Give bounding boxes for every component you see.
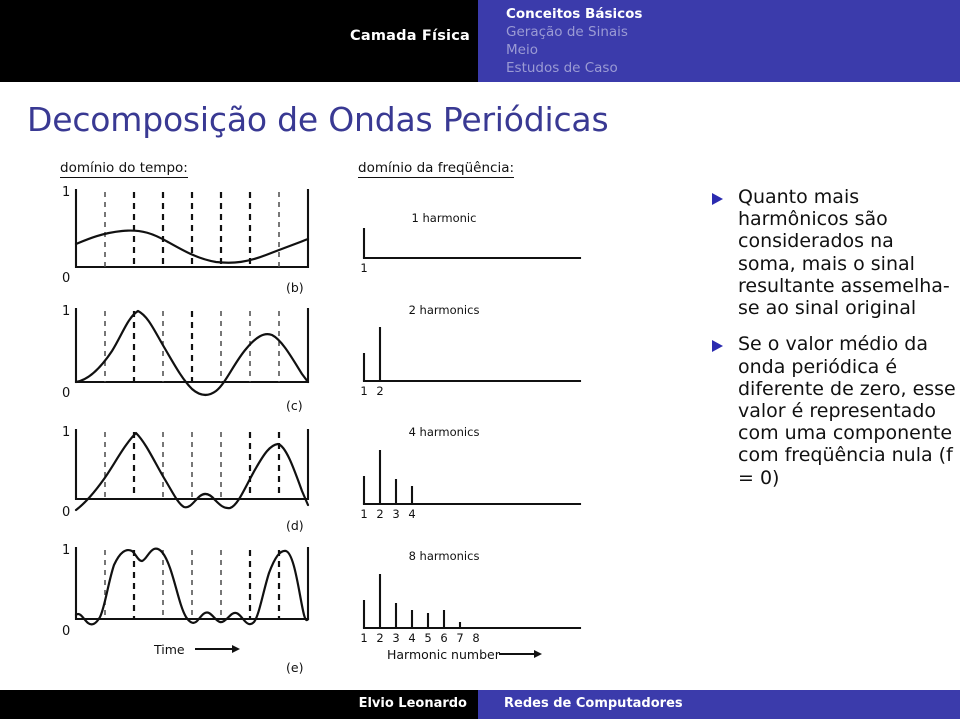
time-panel-c: 1 0 (c) bbox=[62, 304, 310, 413]
axis-tick-e-bottom: 0 bbox=[62, 624, 70, 639]
axis-tick-d-top: 1 bbox=[62, 425, 70, 440]
time-panel-d: 1 0 (d) bbox=[62, 425, 310, 533]
svg-text:Harmonic number: Harmonic number bbox=[387, 647, 501, 662]
bullet-list: Quanto mais harmônicos são considerados … bbox=[708, 186, 956, 503]
freq-tick-1: 1 bbox=[360, 261, 367, 275]
frequency-domain-svg: 1 harmonic 1 2 harmonics 1 2 4 harmonics… bbox=[360, 211, 582, 662]
list-item: Se o valor médio da onda periódica é dif… bbox=[708, 333, 956, 489]
nav-item-estudos-de-caso[interactable]: Estudos de Caso bbox=[506, 61, 618, 76]
freq-tick-4: 4 bbox=[408, 507, 415, 521]
svg-text:8 harmonics: 8 harmonics bbox=[409, 549, 480, 563]
header-section-title: Camada Física bbox=[350, 28, 470, 44]
freq-panel-1-harmonic: 1 harmonic 1 bbox=[360, 211, 582, 275]
bullet-text: Quanto mais harmônicos são considerados … bbox=[738, 186, 950, 320]
slide-header: Camada Física Conceitos Básicos Geração … bbox=[0, 0, 960, 82]
time-panel-b: 1 0 (b) bbox=[62, 185, 310, 295]
bullet-text: Se o valor médio da onda periódica é dif… bbox=[738, 333, 956, 489]
grid-e bbox=[104, 550, 281, 619]
axis-tick-c-top: 1 bbox=[62, 304, 70, 319]
header-divider bbox=[0, 82, 960, 85]
time-domain-label: domínio do tempo: bbox=[60, 160, 188, 178]
freq-panel-8-harmonics: 8 harmonics 1 2 3 4 5 6 7 8 Harmonic num… bbox=[360, 549, 582, 662]
freq-tick-7: 7 bbox=[456, 631, 463, 645]
freq-tick-6: 6 bbox=[440, 631, 447, 645]
frequency-domain-label: domínio da freqüência: bbox=[358, 160, 515, 178]
list-item: Quanto mais harmônicos são considerados … bbox=[708, 186, 956, 319]
time-panel-e: 1 0 Time (e) bbox=[62, 543, 310, 675]
freq-tick-1: 1 bbox=[360, 384, 367, 398]
freq-tick-3: 3 bbox=[392, 507, 399, 521]
svg-text:Time: Time bbox=[153, 642, 185, 657]
axis-tick-b-bottom: 0 bbox=[62, 271, 70, 286]
triangle-right-icon bbox=[712, 193, 723, 205]
time-domain-figure: 1 0 (b) 1 0 (c) 1 0 (d) 1 0 Time (e) bbox=[50, 183, 340, 683]
freq-tick-2: 2 bbox=[376, 631, 383, 645]
nav-item-geracao-de-sinais[interactable]: Geração de Sinais bbox=[506, 25, 628, 40]
slide-footer: Elvio Leonardo Redes de Computadores bbox=[0, 690, 960, 719]
grid-c bbox=[104, 311, 280, 382]
freq-tick-3: 3 bbox=[392, 631, 399, 645]
freq-tick-4: 4 bbox=[408, 631, 415, 645]
freq-tick-1: 1 bbox=[360, 631, 367, 645]
svg-text:2 harmonics: 2 harmonics bbox=[409, 303, 480, 317]
freq-tick-5: 5 bbox=[424, 631, 431, 645]
freq-panel-4-harmonics: 4 harmonics 1 2 3 4 bbox=[360, 425, 582, 521]
footer-author: Elvio Leonardo bbox=[358, 696, 467, 711]
axis-tick-e-top: 1 bbox=[62, 543, 70, 558]
time-domain-svg: 1 0 (b) 1 0 (c) 1 0 (d) 1 0 Time (e) bbox=[62, 185, 310, 675]
nav-item-conceitos-basicos[interactable]: Conceitos Básicos bbox=[506, 7, 642, 22]
header-nav: Conceitos Básicos Geração de Sinais Meio… bbox=[478, 0, 960, 82]
time-axis-label: Time bbox=[153, 642, 240, 657]
triangle-right-icon bbox=[712, 340, 723, 353]
page-title: Decomposição de Ondas Periódicas bbox=[27, 100, 609, 139]
frequency-domain-figure: 1 harmonic 1 2 harmonics 1 2 4 harmonics… bbox=[352, 188, 612, 678]
grid-d bbox=[104, 432, 281, 499]
freq-panel-2-harmonics: 2 harmonics 1 2 bbox=[360, 303, 582, 398]
harmonic-number-axis-label: Harmonic number bbox=[387, 647, 542, 662]
freq-tick-8: 8 bbox=[472, 631, 479, 645]
axis-tick-c-bottom: 0 bbox=[62, 386, 70, 401]
panel-label-b: (b) bbox=[286, 280, 304, 295]
panel-label-e: (e) bbox=[286, 660, 303, 675]
axis-tick-d-bottom: 0 bbox=[62, 505, 70, 520]
svg-text:1 harmonic: 1 harmonic bbox=[412, 211, 477, 225]
nav-item-meio[interactable]: Meio bbox=[506, 43, 538, 58]
freq-tick-1: 1 bbox=[360, 507, 367, 521]
panel-label-d: (d) bbox=[286, 518, 304, 533]
freq-tick-2: 2 bbox=[376, 384, 383, 398]
freq-tick-2: 2 bbox=[376, 507, 383, 521]
axis-tick-b-top: 1 bbox=[62, 185, 70, 200]
footer-course: Redes de Computadores bbox=[504, 696, 683, 711]
svg-text:4 harmonics: 4 harmonics bbox=[409, 425, 480, 439]
panel-label-c: (c) bbox=[286, 398, 303, 413]
